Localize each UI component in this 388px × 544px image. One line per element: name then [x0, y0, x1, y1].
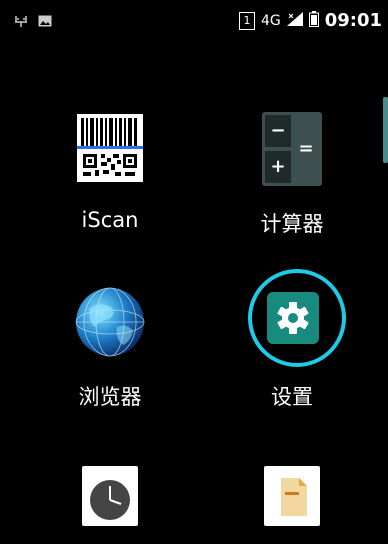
gallery-notification-icon — [38, 15, 52, 31]
battery-icon — [308, 10, 319, 31]
app-label: 计算器 — [260, 212, 324, 236]
status-bar: 1 4G 09:01 — [0, 0, 388, 42]
usb-debug-icon — [14, 14, 28, 32]
app-settings[interactable]: 设置 — [222, 269, 362, 411]
app-label: 浏览器 — [78, 385, 142, 409]
globe-icon — [71, 283, 149, 361]
signal-icon — [286, 11, 303, 30]
network-type: 4G — [260, 12, 281, 29]
barcode-icon — [71, 110, 149, 188]
scroll-indicator[interactable] — [383, 97, 388, 163]
app-calculator[interactable]: − = + 计算器 — [222, 110, 362, 238]
app-label: iScan — [81, 208, 139, 232]
app-iscan[interactable]: iScan — [40, 110, 180, 232]
app-file-manager[interactable] — [222, 462, 362, 540]
sim-slot-badge: 1 — [238, 11, 255, 30]
app-browser[interactable]: 浏览器 — [40, 283, 180, 411]
app-clock[interactable] — [40, 462, 180, 540]
app-label: 设置 — [271, 385, 313, 409]
file-manager-icon — [253, 462, 331, 540]
clock-time: 09:01 — [324, 10, 382, 31]
clock-icon — [71, 462, 149, 540]
selection-highlight-ring — [248, 269, 346, 367]
calculator-icon: − = + — [253, 110, 331, 188]
settings-icon-wrapper — [248, 269, 346, 367]
